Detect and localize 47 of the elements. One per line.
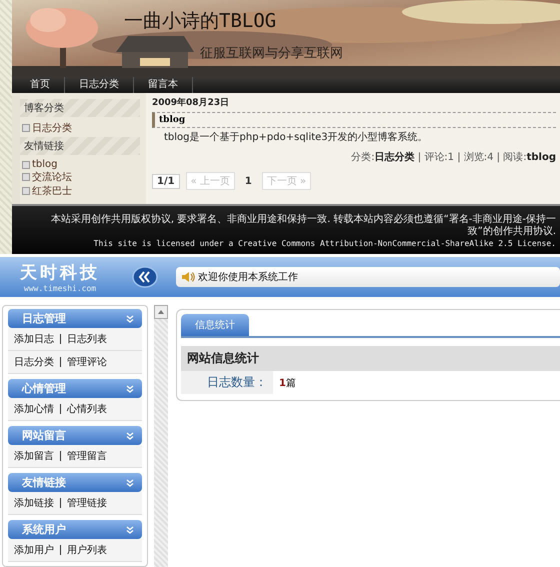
scroll-up-button[interactable] bbox=[154, 305, 168, 319]
license-text: 本站采用创作共用版权协议, 要求署名、非商业用途和保持一致. 转载本站内容必须也遵循“署名-非商业用途-保持一致”的创作共用协议. bbox=[50, 214, 556, 238]
sidebar-heading: 博客分类 bbox=[20, 99, 140, 117]
sidebar-link[interactable]: 日志分类 bbox=[32, 121, 72, 135]
welcome-message: 欢迎你使用本系统工作 bbox=[198, 270, 298, 284]
page-number: 1 bbox=[244, 174, 253, 188]
sidebar-link[interactable]: 红茶巴士 bbox=[32, 184, 72, 198]
table-cell-text: 1篇 bbox=[278, 376, 296, 390]
post-date: 2009年08月23日 bbox=[152, 96, 230, 109]
license-text: This site is licensed under a Creative Commons Attribution-NonCommercial-ShareAlike 2.5 License. bbox=[92, 238, 556, 250]
chevron-down-icon bbox=[126, 526, 134, 534]
post-title[interactable]: tblog bbox=[152, 112, 556, 128]
chevron-down-icon bbox=[126, 432, 134, 440]
chevron-down-icon bbox=[126, 384, 134, 392]
table-heading: 网站信息统计 bbox=[181, 346, 560, 371]
menu-link[interactable]: 管理留言 bbox=[67, 449, 107, 463]
sidebar-heading: 友情链接 bbox=[20, 137, 140, 155]
table-cell: 日志数量： bbox=[181, 371, 273, 394]
collapse-button[interactable] bbox=[132, 266, 158, 288]
menu-link[interactable]: 心情列表 bbox=[67, 402, 107, 416]
chevron-down-icon bbox=[126, 314, 134, 322]
menu-link[interactable]: 添加日志 bbox=[14, 332, 54, 346]
blog-subtitle: 征服互联网与分享互联网 bbox=[200, 45, 344, 62]
menu-link[interactable]: 用户列表 bbox=[67, 543, 107, 557]
menu-link[interactable]: 添加用户 bbox=[14, 543, 54, 557]
page-count: 1/1 bbox=[152, 174, 180, 188]
bullet-icon bbox=[22, 124, 30, 132]
menu-link[interactable]: 添加链接 bbox=[14, 496, 54, 510]
menu-link[interactable]: 添加留言 bbox=[14, 449, 54, 463]
bullet-icon bbox=[22, 160, 30, 168]
logo-url: www.timeshi.com bbox=[22, 284, 98, 293]
menu-link[interactable]: 日志列表 bbox=[67, 332, 107, 346]
menu-link[interactable]: 管理评论 bbox=[67, 355, 107, 369]
bullet-icon bbox=[22, 173, 30, 181]
menu-link[interactable]: 日志分类 bbox=[14, 355, 54, 369]
chevron-down-icon bbox=[126, 478, 134, 486]
speaker-icon bbox=[181, 271, 195, 283]
sidebar-link[interactable]: tblog bbox=[32, 159, 58, 170]
bullet-icon bbox=[22, 187, 30, 195]
blog-title: 一曲小诗的TBLOG bbox=[124, 9, 278, 34]
logo-title: 天时科技 bbox=[18, 262, 101, 284]
arrow-up-icon bbox=[157, 309, 165, 315]
sidebar-link[interactable]: 交流论坛 bbox=[32, 170, 72, 184]
menu-link[interactable]: 添加心情 bbox=[14, 402, 54, 416]
menu-link[interactable]: 管理链接 bbox=[67, 496, 107, 510]
post-body: tblog是一个基于php+pdo+sqlite3开发的小型博客系统。 bbox=[163, 130, 429, 144]
post-meta: 分类:日志分类 | 评论:1 | 浏览:4 | 阅读:tblog bbox=[350, 150, 556, 164]
